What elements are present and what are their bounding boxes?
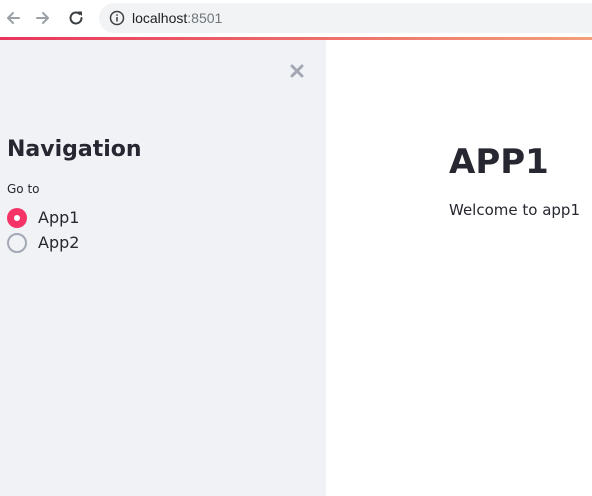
radio-option-label: App2 [38,233,80,252]
reload-icon [69,11,83,25]
url-host: localhost [132,10,188,26]
radio-option-label: App1 [38,208,80,227]
url-text: localhost:8501 [132,10,222,26]
address-bar[interactable]: localhost:8501 [99,3,592,33]
page-title: APP1 [449,142,549,182]
back-button[interactable] [1,6,25,30]
radio-unselected-icon[interactable] [7,233,27,253]
sidebar: Navigation Go to App1 App2 [0,40,326,496]
back-arrow-icon [7,12,20,24]
sidebar-close-button[interactable] [286,60,308,82]
radio-option-app1[interactable]: App1 [7,207,79,229]
radio-selected-icon[interactable] [7,208,27,228]
welcome-text: Welcome to app1 [449,201,580,219]
reload-button[interactable] [64,6,88,30]
info-icon[interactable] [109,10,125,26]
main-content: APP1 Welcome to app1 [326,40,592,496]
close-icon [290,64,304,78]
radio-option-app2[interactable]: App2 [7,232,79,254]
forward-arrow-icon [36,12,49,24]
radio-group-label: Go to [7,182,40,196]
sidebar-title: Navigation [7,137,142,162]
url-port: :8501 [187,10,223,26]
browser-toolbar: localhost:8501 [0,0,592,37]
forward-button[interactable] [31,6,55,30]
